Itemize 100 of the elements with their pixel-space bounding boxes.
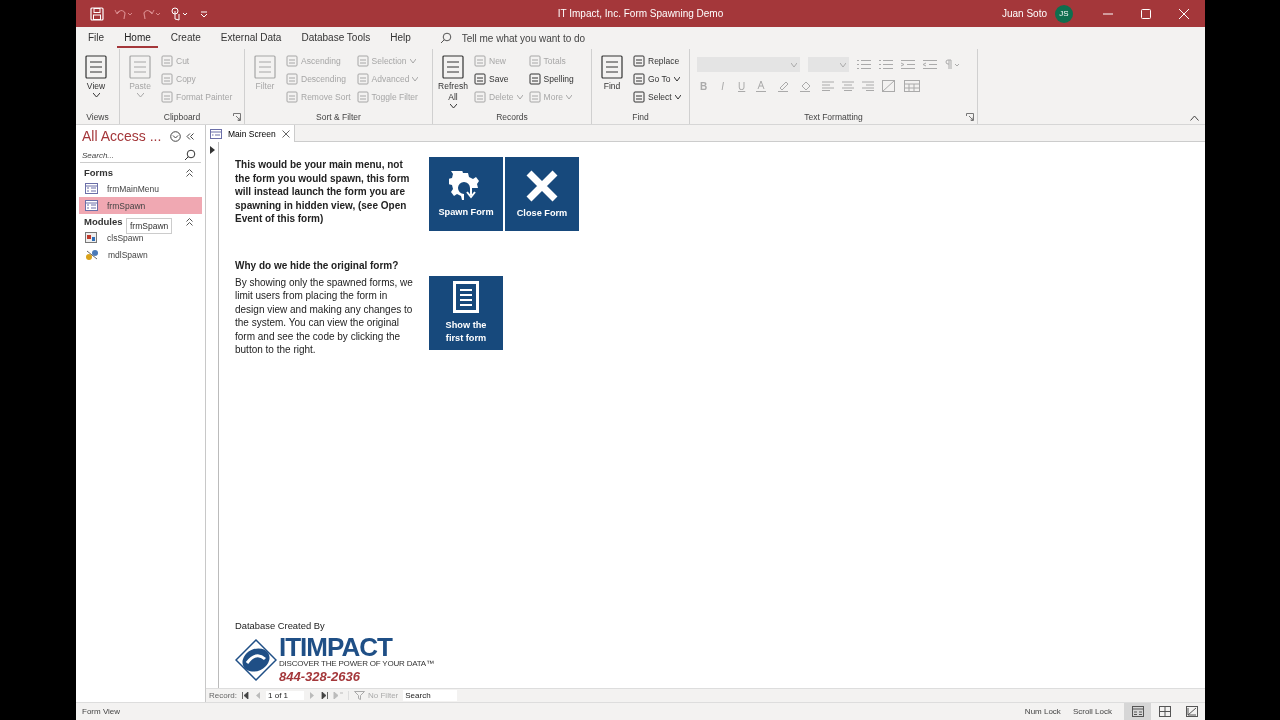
ribbon-button[interactable]: Go To (631, 70, 683, 88)
tool-icon (474, 55, 486, 67)
form-icon (85, 183, 98, 194)
touch-icon[interactable] (170, 6, 190, 21)
launcher-icon[interactable] (966, 113, 974, 121)
ribbon-tab[interactable]: Create (163, 28, 208, 48)
document-tab[interactable]: Main Screen (206, 125, 295, 142)
align-center-icon[interactable] (842, 81, 855, 91)
align-right-icon[interactable] (862, 81, 875, 91)
tool-icon (253, 54, 277, 80)
tool-icon (633, 55, 645, 67)
indent-icon[interactable] (901, 59, 915, 70)
form-button[interactable]: Spawn Form (429, 157, 503, 231)
caret-icon (409, 59, 416, 63)
tool-icon (528, 73, 541, 85)
record-position-field[interactable]: 1 of 1 (266, 691, 304, 700)
window-title: IT Impact, Inc. Form Spawning Demo (557, 8, 724, 19)
ribbon-button[interactable]: View (79, 52, 113, 99)
ribbon-tab[interactable]: External Data (213, 28, 289, 48)
ribbon-tab[interactable]: Home (117, 28, 158, 48)
tooltip: frmSpawn (126, 218, 173, 234)
align-left-icon[interactable] (822, 81, 835, 91)
launcher-icon[interactable] (233, 113, 241, 121)
explanation-text: By showing only the spawned forms, we limit users from placing the form in design view and making any changes to the system. You can view the original form and see the code by clicking the button to the right. (235, 275, 413, 357)
tell-me-field[interactable]: Tell me what you want to do (459, 31, 634, 45)
collapse-pane-icon[interactable] (186, 132, 195, 140)
bullets-icon[interactable] (857, 59, 871, 70)
group-label: Text Formatting (804, 112, 863, 122)
class-module-icon (85, 231, 98, 244)
maximize-button[interactable] (1141, 8, 1151, 19)
caret-icon (92, 93, 100, 97)
close-button[interactable] (1179, 8, 1189, 19)
navigation-item[interactable]: frmMainMenu (79, 180, 202, 197)
credit-text: Database Created By (235, 620, 326, 631)
gridlines-icon[interactable] (882, 80, 897, 92)
tool-icon (474, 73, 486, 85)
ribbon-button[interactable]: Save (472, 70, 525, 88)
group-header[interactable]: Modules (84, 216, 123, 227)
ribbon-button[interactable]: Spelling (526, 70, 576, 88)
caret-icon (449, 104, 457, 108)
ribbon-tab[interactable]: Help (383, 28, 418, 48)
next-record-icon[interactable] (309, 692, 315, 699)
caret-icon (516, 95, 523, 99)
tool-icon (161, 73, 173, 85)
collapse-icon[interactable] (186, 217, 193, 226)
view-button[interactable] (1124, 703, 1151, 720)
search-icon (439, 32, 452, 44)
form-icon (85, 200, 98, 211)
caret-icon (791, 62, 797, 67)
pane-title[interactable]: All Access ... (82, 128, 162, 144)
navigation-item[interactable]: mdlSpawn (79, 246, 202, 263)
navigation-item[interactable]: frmSpawn (79, 197, 202, 214)
form-button[interactable]: Close Form (505, 157, 579, 231)
paragraph-icon[interactable] (945, 59, 961, 70)
previous-record-icon[interactable] (255, 692, 261, 699)
view-icon (1131, 706, 1144, 717)
form-button[interactable]: Show the first form (429, 275, 503, 350)
caret-icon (674, 95, 681, 99)
ribbon-tab[interactable]: Database Tools (294, 28, 378, 48)
collapse-ribbon-icon[interactable] (1190, 115, 1199, 121)
customize-icon[interactable] (200, 9, 208, 18)
document-icon (453, 280, 479, 313)
caret-icon (136, 93, 144, 97)
ribbon-button[interactable]: Find (595, 52, 629, 94)
tool-icon (633, 91, 645, 103)
group-label: Views (86, 112, 109, 122)
intro-text: This would be your main menu, not the form you would spawn, this form will instead launch the form you are spawning in hidden view, (see Open Event of this form) (235, 158, 411, 226)
tool-icon (356, 91, 369, 103)
close-icon[interactable] (281, 129, 290, 138)
ribbon-button[interactable]: Refresh All (436, 52, 470, 110)
collapse-icon[interactable] (186, 168, 193, 177)
save-icon[interactable] (90, 6, 104, 21)
numbering-icon[interactable] (879, 59, 893, 70)
tool-icon (128, 54, 152, 80)
user-avatar[interactable]: JS (1055, 4, 1073, 23)
last-record-icon[interactable] (320, 692, 328, 699)
dropdown-icon[interactable] (170, 130, 182, 142)
group-label: Find (632, 112, 649, 122)
redo-icon[interactable] (142, 7, 160, 20)
new-record-icon[interactable] (333, 692, 343, 699)
ribbon-button[interactable]: Select (631, 88, 683, 106)
ribbon-tab[interactable]: File (81, 28, 112, 48)
ribbon-button[interactable]: Replace (631, 52, 683, 70)
caret-icon (412, 77, 419, 81)
logo-tagline: DISCOVER THE POWER OF YOUR DATA™ (279, 659, 434, 669)
tool-icon (633, 73, 645, 85)
table-icon[interactable] (904, 80, 921, 92)
user-name[interactable]: Juan Soto (1001, 8, 1047, 19)
tool-icon (84, 54, 108, 80)
question-heading: Why do we hide the original form? (235, 259, 400, 273)
first-record-icon[interactable] (242, 692, 250, 699)
record-search-field[interactable]: Search (403, 690, 458, 701)
undo-icon[interactable] (114, 7, 132, 20)
search-field[interactable]: Search... (80, 149, 184, 161)
group-header[interactable]: Forms (84, 167, 114, 178)
outdent-icon[interactable] (923, 59, 937, 70)
view-icon (1158, 706, 1171, 717)
tool-icon (286, 91, 298, 103)
group-label: Records (496, 112, 528, 122)
caret-icon (840, 62, 846, 67)
